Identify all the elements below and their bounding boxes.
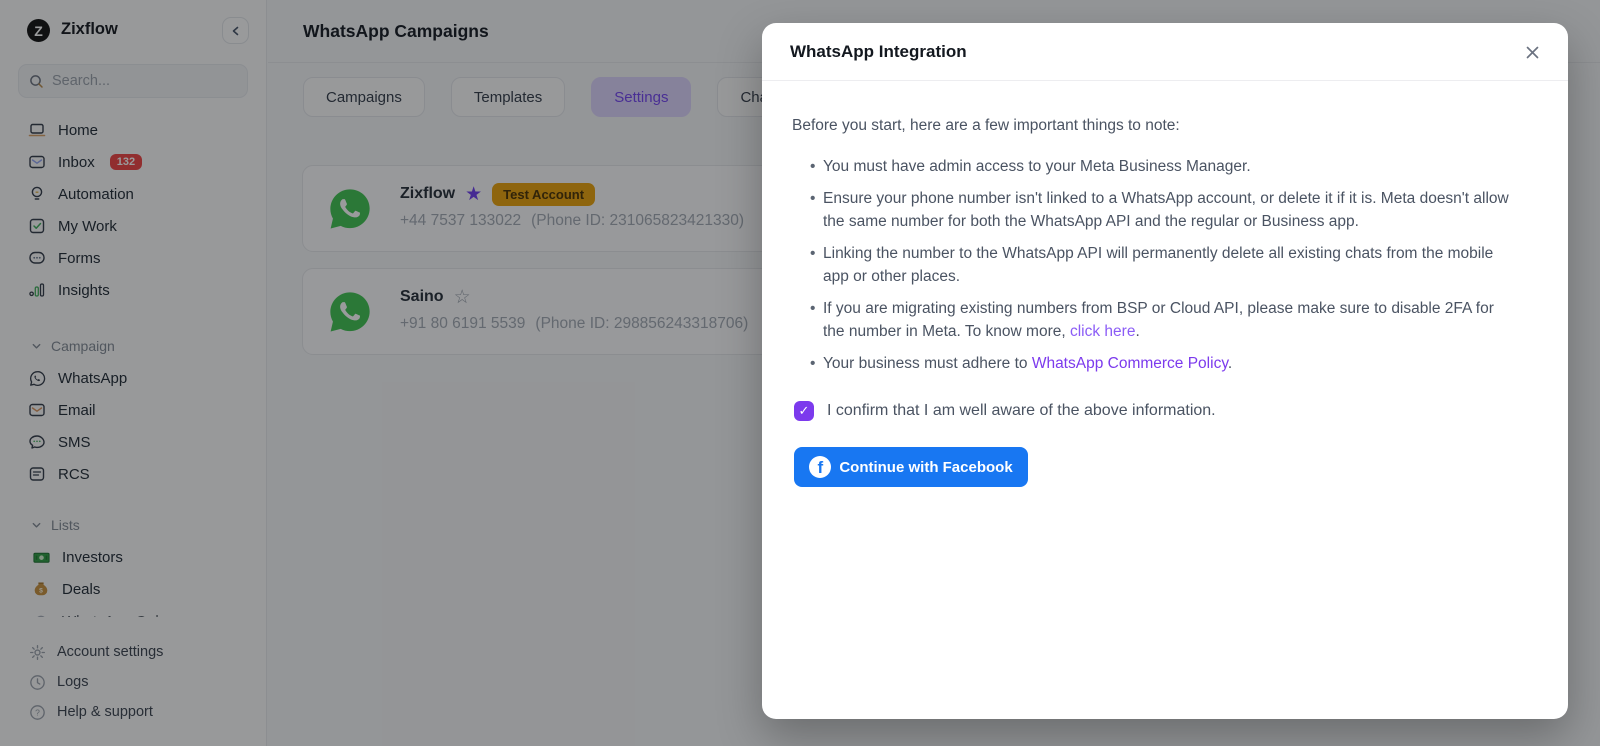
facebook-button-label: Continue with Facebook <box>839 459 1012 476</box>
modal-intro: Before you start, here are a few importa… <box>792 115 1512 137</box>
note-item: Linking the number to the WhatsApp API w… <box>810 242 1512 288</box>
modal-title: WhatsApp Integration <box>790 42 967 62</box>
facebook-icon: f <box>809 456 831 478</box>
whatsapp-integration-modal: WhatsApp Integration Before you start, h… <box>762 23 1568 719</box>
whatsapp-commerce-policy-link[interactable]: WhatsApp Commerce Policy <box>1032 355 1228 372</box>
confirm-row: ✓ I confirm that I am well aware of the … <box>794 401 1512 421</box>
modal-header: WhatsApp Integration <box>762 23 1568 81</box>
modal-body: Before you start, here are a few importa… <box>762 81 1568 487</box>
note-list: You must have admin access to your Meta … <box>792 155 1512 375</box>
note-item: If you are migrating existing numbers fr… <box>810 297 1512 343</box>
note-item: Ensure your phone number isn't linked to… <box>810 187 1512 233</box>
confirm-label: I confirm that I am well aware of the ab… <box>827 402 1216 420</box>
note-item: Your business must adhere to WhatsApp Co… <box>810 352 1512 375</box>
close-icon[interactable] <box>1520 40 1544 64</box>
click-here-link[interactable]: click here <box>1070 323 1135 340</box>
continue-with-facebook-button[interactable]: f Continue with Facebook <box>794 447 1028 487</box>
note-item: You must have admin access to your Meta … <box>810 155 1512 178</box>
confirm-checkbox[interactable]: ✓ <box>794 401 814 421</box>
